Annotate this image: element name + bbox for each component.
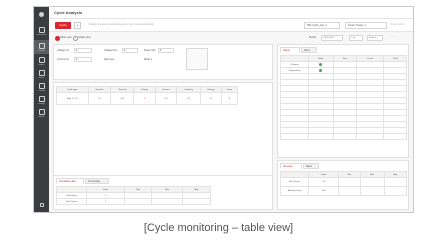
- field-label: Voltage limit: [104, 49, 117, 52]
- period-label: Period: [309, 36, 316, 39]
- tab-summary[interactable]: Summary: [280, 163, 302, 169]
- nav-rail: Dashboard Monitor Report Alarm History S…: [34, 7, 49, 212]
- page-description: Display the latest tester data each cycl…: [89, 23, 154, 26]
- rail-label: Alarm: [38, 77, 45, 79]
- field-label: Voltage (V): [57, 49, 69, 52]
- table-cell: 9: [220, 92, 239, 105]
- table-row[interactable]: Battery Count 100: [280, 186, 408, 196]
- tab-status[interactable]: Status: [280, 47, 300, 53]
- rail-label: Admin: [38, 116, 45, 118]
- cumulative-panel: Cumulative data Accumulate Value Min Max…: [53, 175, 273, 210]
- tab-summary-alarm[interactable]: Alarm: [303, 163, 319, 169]
- table-cell: 2.3: [154, 92, 177, 105]
- table-cell: 1: [133, 92, 156, 105]
- report-icon: [38, 57, 45, 63]
- table-cell: 100: [307, 186, 340, 196]
- interval-select[interactable]: 1 Hr: [349, 35, 363, 41]
- cumulative-table: Value Min Max Avg Total Steps 1 Total Cy…: [56, 186, 212, 205]
- table-cell: 01: [87, 92, 112, 105]
- alarm-icon: [38, 70, 45, 76]
- table-cell: 0.0: [110, 92, 135, 105]
- rail-label: Report: [38, 64, 45, 66]
- rail-label: Monitor: [38, 50, 45, 52]
- tab-alarm[interactable]: Alarm: [301, 47, 317, 53]
- row-label: Total Cycles: [56, 198, 87, 205]
- status-panel: Status Alarm State Time Count Total Chan…: [277, 44, 409, 158]
- table-cell: 0.1: [175, 92, 202, 105]
- table-view-radio[interactable]: Table view: [55, 35, 72, 41]
- table-row[interactable]: Total Cycles 1: [56, 198, 212, 205]
- title-bar: Cycle Analysis: [49, 7, 413, 19]
- gear-icon: [38, 96, 45, 102]
- image-placeholder: [186, 48, 208, 70]
- table-cell: 1.0: [307, 177, 340, 187]
- rail-label: Dashboard: [36, 34, 47, 36]
- rail-label: History: [38, 90, 45, 92]
- rail-item-alarm[interactable]: Alarm: [34, 70, 49, 80]
- table-cell: 2.1: [200, 92, 222, 105]
- power-field: 0: [158, 48, 174, 53]
- table-row[interactable]: Step 1 / CC 01 0.0 1 2.3 0.1 2.1 9: [56, 92, 239, 105]
- mode-value: Mode 1: [144, 58, 152, 61]
- rail-item-monitor[interactable]: Monitor: [34, 40, 49, 54]
- history-icon: [38, 83, 45, 89]
- rail-label: Settings: [37, 103, 46, 105]
- table-row[interactable]: SW Version 1.0: [280, 177, 408, 187]
- field-label: Current (A): [57, 58, 69, 61]
- rail-item-history[interactable]: History: [34, 83, 49, 93]
- app-title: Cycle Analysis: [54, 10, 83, 15]
- status-ok-icon: [319, 68, 323, 72]
- cycle-table-panel: Cycle type Step No Time (s) Voltage Curr…: [53, 82, 273, 182]
- view-filter-bar: Table view Graph view Period 2024-01-01 …: [49, 33, 413, 42]
- date-input[interactable]: 2024-01-01: [321, 35, 343, 41]
- voltage-field: 0: [74, 48, 92, 53]
- logo-icon[interactable]: [34, 12, 49, 17]
- tab-accumulate[interactable]: Accumulate: [85, 178, 109, 184]
- rail-item-report[interactable]: Report: [34, 57, 49, 67]
- app-window: Dashboard Monitor Report Alarm History S…: [33, 6, 414, 213]
- summary-table: Value Min Max Avg SW Version 1.0 Battery…: [280, 171, 408, 196]
- table-row: [280, 133, 407, 140]
- parameter-panel: Voltage (V) 0 Current (A) 0 Voltage limi…: [53, 44, 273, 80]
- field-label: Step type: [104, 58, 115, 61]
- rail-item-dashboard[interactable]: Dashboard: [34, 27, 49, 37]
- add-button[interactable]: +: [74, 22, 81, 29]
- summary-panel: Summary Alarm Value Min Max Avg SW Versi…: [277, 160, 409, 210]
- rail-item-admin[interactable]: Admin: [34, 109, 49, 119]
- rail-item-settings[interactable]: Settings: [34, 96, 49, 106]
- toolbar: Cycle + Display the latest tester data e…: [49, 19, 413, 32]
- dashboard-icon: [38, 27, 45, 33]
- current-field: 0: [74, 57, 92, 62]
- row-label: SW Version: [280, 177, 309, 187]
- software-select[interactable]: SW: Cycle_test_1: [304, 22, 340, 29]
- graph-view-radio[interactable]: Graph view: [73, 35, 91, 41]
- field-label: Power (W): [144, 49, 156, 52]
- cycle-button[interactable]: Cycle: [55, 22, 71, 29]
- refresh-button[interactable]: Refresh: [367, 35, 383, 41]
- status-table: State Time Count Total Channel Temperatu…: [280, 55, 407, 140]
- table-cell: Step 1 / CC: [56, 92, 89, 105]
- main-area: Cycle Analysis Cycle + Display the lates…: [49, 7, 413, 212]
- table-cell: 1: [85, 198, 126, 205]
- admin-icon: [38, 109, 45, 115]
- status-ok-icon: [319, 62, 323, 66]
- tab-cumulative-data[interactable]: Cumulative data: [56, 178, 84, 184]
- monitor-icon: [38, 43, 45, 49]
- cycle-table: Cycle type Step No Time (s) Voltage Curr…: [56, 86, 239, 105]
- more-options[interactable]: .....: [389, 35, 397, 38]
- tester-detail-link[interactable]: Tester detail: [390, 23, 403, 26]
- voltage-limit-field: 0: [122, 48, 138, 53]
- tester-select[interactable]: Tester: Tester_1: [345, 22, 387, 29]
- figure-caption: [Cycle monitoring – table view]: [143, 222, 294, 234]
- collapse-rail-icon[interactable]: [34, 203, 49, 207]
- row-label: Battery Count: [280, 186, 309, 196]
